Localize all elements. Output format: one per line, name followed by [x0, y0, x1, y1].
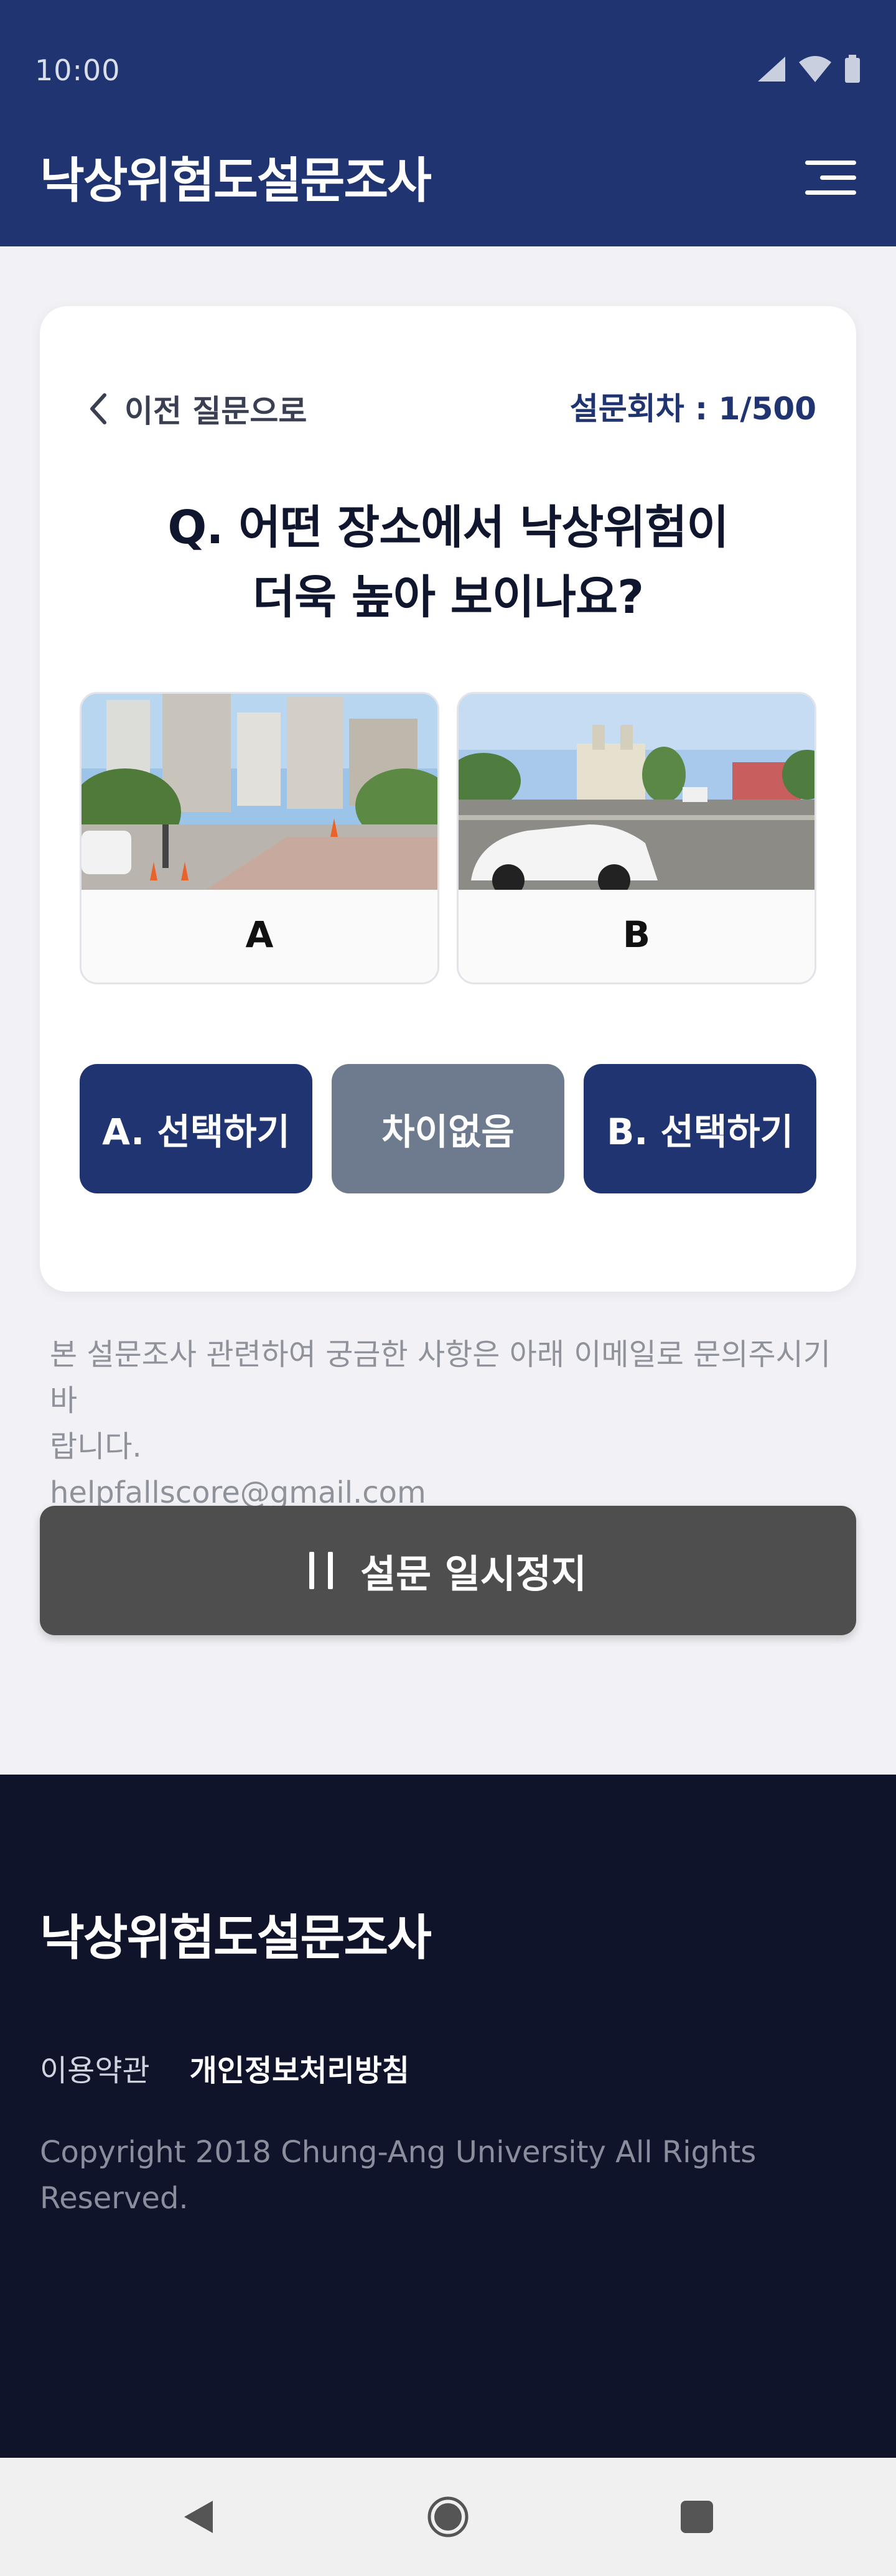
previous-question-label: 이전 질문으로: [124, 393, 307, 429]
option-a-label: A: [245, 913, 274, 956]
status-icons: [757, 54, 861, 85]
option-a-card[interactable]: A: [80, 692, 439, 984]
terms-link[interactable]: 이용약관: [40, 2046, 150, 2089]
nav-recents-button[interactable]: [647, 2458, 747, 2576]
cellular-signal-icon: [758, 57, 785, 82]
pause-icon: [309, 1552, 334, 1589]
question-line-2: 더욱 높아 보이나요?: [252, 571, 644, 624]
no-difference-button[interactable]: 차이없음: [332, 1064, 564, 1193]
status-time: 10:00: [35, 54, 121, 87]
option-a-image: [82, 694, 437, 890]
notice-line-1: 본 설문조사 관련하여 궁금한 사항은 아래 이메일로 문의주시기 바: [50, 1337, 831, 1418]
menu-button[interactable]: [805, 161, 856, 195]
contact-notice: 본 설문조사 관련하여 궁금한 사항은 아래 이메일로 문의주시기 바 랍니다.…: [50, 1332, 859, 1516]
option-b-label: B: [622, 913, 651, 956]
option-b-image: [459, 694, 814, 890]
menu-icon-bar: [820, 175, 856, 180]
footer: 낙상위험도설문조사 이용약관 개인정보처리방침 Copyright 2018 C…: [0, 1775, 896, 2458]
copyright: Copyright 2018 Chung-Ang University All …: [40, 2129, 786, 2221]
question-line-1: Q. 어떤 장소에서 낙상위험이: [167, 501, 729, 554]
system-navigation-bar: [0, 2458, 896, 2576]
copyright-line-1: Copyright 2018 Chung-Ang University All …: [40, 2135, 757, 2170]
pause-survey-button[interactable]: 설문 일시정지: [40, 1506, 856, 1635]
wifi-icon: [799, 56, 831, 82]
app-title: 낙상위험도설문조사: [40, 153, 432, 209]
survey-card: 이전 질문으로 설문회차 : 1/500 Q. 어떤 장소에서 낙상위험이 더욱…: [40, 306, 856, 1292]
select-b-button[interactable]: B. 선택하기: [584, 1064, 816, 1193]
home-circle-icon: [427, 2496, 469, 2537]
battery-icon: [845, 55, 860, 83]
recents-square-icon: [681, 2501, 713, 2533]
nav-back-button[interactable]: [149, 2458, 249, 2576]
menu-icon: [805, 161, 856, 165]
nav-home-button[interactable]: [398, 2458, 498, 2576]
copyright-line-2: Reserved.: [40, 2181, 189, 2216]
pause-survey-label: 설문 일시정지: [360, 1551, 587, 1597]
select-a-button[interactable]: A. 선택하기: [80, 1064, 312, 1193]
notice-line-2: 랍니다.: [50, 1429, 142, 1464]
question-text: Q. 어떤 장소에서 낙상위험이 더욱 높아 보이나요?: [40, 493, 856, 632]
option-b-card[interactable]: B: [457, 692, 816, 984]
chevron-left-icon: [90, 393, 106, 424]
footer-links: 이용약관 개인정보처리방침: [40, 2046, 409, 2089]
app-header: 10:00 낙상위험도설문조사: [0, 0, 896, 246]
footer-title: 낙상위험도설문조사: [40, 1910, 432, 1966]
menu-icon-bar: [805, 190, 856, 195]
privacy-policy-link[interactable]: 개인정보처리방침: [190, 2046, 409, 2089]
previous-question-link[interactable]: 이전 질문으로: [88, 387, 307, 431]
back-triangle-icon: [184, 2501, 213, 2533]
survey-round: 설문회차 : 1/500: [569, 391, 816, 427]
